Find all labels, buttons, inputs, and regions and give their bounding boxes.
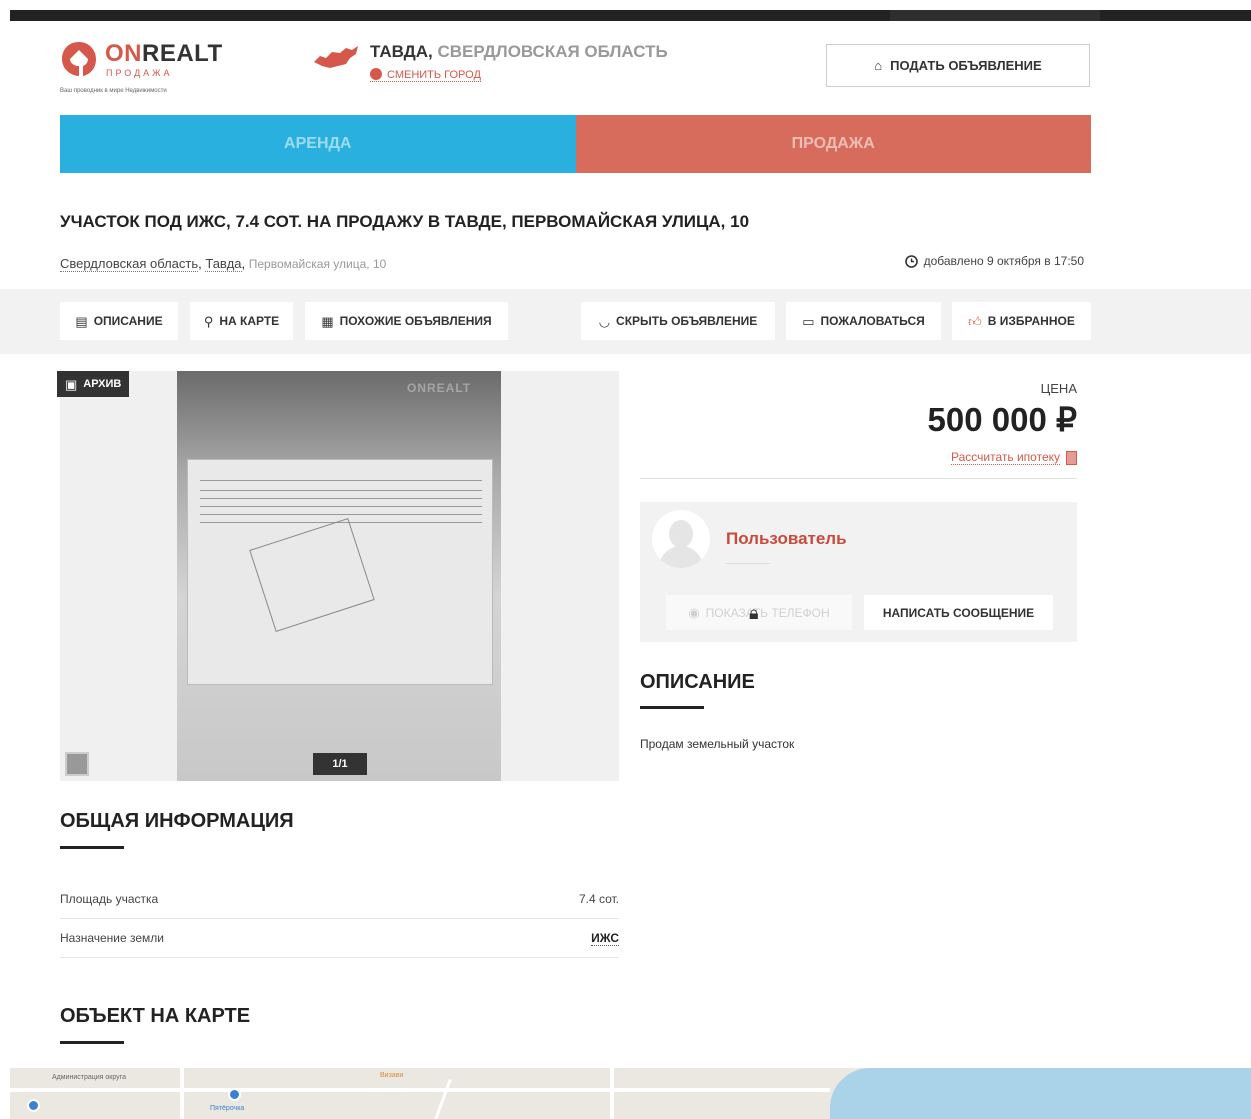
top-bar-segment: [890, 10, 1100, 21]
tab-sale[interactable]: ПРОДАЖА: [575, 115, 1091, 173]
archive-badge-label: АРХИВ: [83, 378, 122, 390]
info-key: Назначение земли: [60, 931, 165, 945]
description-tab-label: ОПИСАНИЕ: [93, 314, 163, 328]
map-heading: ОБЪЕКТ НА КАРТЕ: [60, 1005, 251, 1027]
map-poi-icon[interactable]: [27, 1099, 40, 1112]
eye-icon: ◉: [688, 605, 700, 620]
info-row-land-purpose: Назначение земли ИЖС: [60, 919, 619, 958]
favorite-button[interactable]: 👍︎ В ИЗБРАННОЕ: [952, 302, 1091, 340]
comment-icon: ▭: [802, 313, 815, 329]
description-heading: ОПИСАНИЕ: [640, 671, 755, 693]
map-label: Пятёрочка: [210, 1105, 245, 1112]
on-map-button[interactable]: ⚲ НА КАРТЕ: [190, 302, 293, 340]
price-label: ЦЕНА: [1040, 381, 1077, 396]
house-icon: ⌂: [874, 58, 883, 73]
thumbs-up-icon: 👍︎: [968, 313, 982, 329]
address-city-link[interactable]: Тавда: [205, 256, 242, 272]
list-icon: ▦: [321, 313, 334, 329]
calculator-icon: [1066, 450, 1077, 465]
map-label: Визави: [380, 1072, 404, 1079]
report-label: ПОЖАЛОВАТЬСЯ: [820, 314, 925, 328]
general-info-heading-underline: [60, 846, 124, 849]
address-region-link[interactable]: Свердловская область: [60, 256, 199, 272]
document-photo-content: [187, 459, 493, 685]
favorite-label: В ИЗБРАННОЕ: [987, 314, 1075, 328]
show-phone-label: ПОКАЗАТЬ ТЕЛЕФОН: [705, 605, 830, 620]
map-heading-underline: [60, 1041, 124, 1044]
clock-icon: [904, 254, 918, 268]
address-street: Первомайская улица, 10: [248, 257, 387, 271]
info-row-area: Площадь участка 7.4 сот.: [60, 880, 619, 919]
price-value: 500 000 ₽: [927, 401, 1077, 438]
info-value: 7.4 сот.: [578, 892, 619, 906]
seller-card: Пользователь ◉ ПОКАЗАТЬ ТЕЛЕФОН 🔒︎ НАПИСА…: [640, 502, 1077, 642]
avatar: [652, 510, 710, 568]
listing-title: УЧАСТОК ПОД ИЖС, 7.4 СОТ. НА ПРОДАЖУ В Т…: [60, 212, 750, 231]
map-water: [830, 1068, 1251, 1119]
mortgage-link-text: Рассчитать ипотеку: [951, 450, 1060, 465]
tab-rent[interactable]: АРЕНДА: [60, 115, 576, 173]
logo-house-icon: [62, 42, 96, 76]
closed-eye-icon: ◡: [598, 313, 611, 329]
added-date-text: добавлено 9 октября в 17:50: [923, 254, 1084, 268]
hide-ad-label: СКРЫТЬ ОБЪЯВЛЕНИЕ: [616, 314, 758, 328]
photo-counter: 1/1: [313, 753, 367, 775]
fullscreen-icon[interactable]: [65, 752, 89, 776]
logo-subtitle: ПРОДАЖА: [106, 68, 173, 78]
photo-gallery[interactable]: ONREALT 1/1: [60, 371, 619, 781]
similar-ads-label: ПОХОЖИЕ ОБЪЯВЛЕНИЯ: [339, 314, 492, 328]
mortgage-calculator-link[interactable]: Рассчитать ипотеку: [951, 450, 1077, 465]
document-icon: ▤: [75, 313, 88, 329]
logo-wordmark: ONREALT: [105, 40, 223, 67]
report-button[interactable]: ▭ ПОЖАЛОВАТЬСЯ: [786, 302, 941, 340]
map-pin-icon: ⚲: [203, 313, 214, 329]
description-text: Продам земельный участок: [640, 737, 795, 751]
description-heading-underline: [640, 706, 704, 709]
added-date: добавлено 9 октября в 17:50: [904, 254, 1084, 268]
description-tab-button[interactable]: ▤ ОПИСАНИЕ: [60, 302, 178, 340]
info-value-link[interactable]: ИЖС: [591, 931, 619, 946]
seller-name[interactable]: Пользователь: [726, 529, 847, 549]
listing-address: Свердловская область, Тавда, Первомайска…: [60, 256, 387, 272]
send-message-button[interactable]: НАПИСАТЬ СООБЩЕНИЕ: [864, 595, 1053, 630]
similar-ads-button[interactable]: ▦ ПОХОЖИЕ ОБЪЯВЛЕНИЯ: [305, 302, 508, 340]
listing-photo[interactable]: ONREALT: [177, 371, 501, 781]
change-city-link[interactable]: СМЕНИТЬ ГОРОД: [370, 68, 481, 82]
deal-type-tabs: АРЕНДА ПРОДАЖА: [60, 115, 1091, 173]
info-key: Площадь участка: [60, 892, 159, 906]
site-logo[interactable]: ONREALT ПРОДАЖА Ваш проводник в мире Нед…: [60, 38, 260, 100]
show-phone-button[interactable]: ◉ ПОКАЗАТЬ ТЕЛЕФОН: [666, 595, 852, 630]
top-dark-bar: [10, 10, 1251, 21]
price-divider: [640, 478, 1077, 479]
globe-icon: [370, 68, 382, 80]
lock-icon: 🔒︎: [749, 603, 759, 623]
on-map-label: НА КАРТЕ: [219, 314, 280, 328]
post-ad-label: ПОДАТЬ ОБЪЯВЛЕНИЕ: [890, 58, 1042, 73]
city-name: ТАВДА, СВЕРДЛОВСКАЯ ОБЛАСТЬ: [370, 42, 668, 61]
object-map[interactable]: Администрация округа Пятёрочка Визави: [10, 1068, 1251, 1119]
post-ad-button[interactable]: ⌂ ПОДАТЬ ОБЪЯВЛЕНИЕ: [826, 44, 1090, 87]
logo-tagline: Ваш проводник в мире Недвижимости: [60, 88, 167, 94]
russia-map-icon: [314, 46, 358, 68]
seller-divider: [726, 563, 770, 564]
photo-watermark: ONREALT: [407, 381, 472, 395]
archive-badge: ▣ АРХИВ: [57, 371, 130, 397]
map-shop-icon[interactable]: [228, 1088, 241, 1101]
general-info-heading: ОБЩАЯ ИНФОРМАЦИЯ: [60, 810, 294, 832]
hide-ad-button[interactable]: ◡ СКРЫТЬ ОБЪЯВЛЕНИЕ: [581, 302, 775, 340]
archive-icon: ▣: [65, 376, 78, 392]
listing-action-bar: ▤ ОПИСАНИЕ ⚲ НА КАРТЕ ▦ ПОХОЖИЕ ОБЪЯВЛЕНИЯ …: [0, 289, 1251, 354]
map-label: Администрация округа: [52, 1074, 126, 1081]
